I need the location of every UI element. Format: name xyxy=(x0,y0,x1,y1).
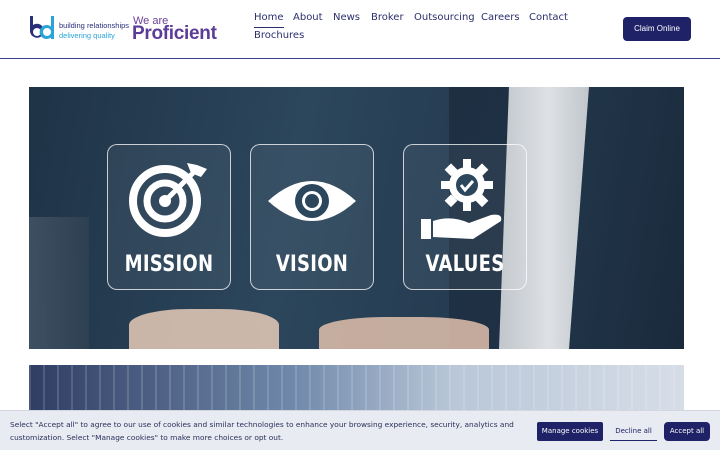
cookie-banner: Select "Accept all" to agree to our use … xyxy=(0,410,720,450)
nav-item-careers[interactable]: Careers xyxy=(481,12,520,23)
gear-hand-icon xyxy=(421,159,502,239)
accept-all-button[interactable]: Accept all xyxy=(664,422,710,441)
decline-all-button[interactable]: Decline all xyxy=(610,422,657,441)
mission-label: MISSION xyxy=(124,252,214,277)
logo-proficient: Proficient xyxy=(132,23,217,44)
hero-banner: MISSION VISION VALUES xyxy=(29,87,684,349)
nav-item-home[interactable]: Home xyxy=(254,12,284,28)
values-label: VALUES xyxy=(425,252,505,277)
site-header: building relationships delivering qualit… xyxy=(0,0,720,59)
nav-item-contact[interactable]: Contact xyxy=(529,12,568,23)
mission-card: MISSION xyxy=(107,144,231,290)
cookie-text: Select "Accept all" to agree to our use … xyxy=(10,420,514,442)
nav-item-about[interactable]: About xyxy=(293,12,323,23)
vision-card: VISION xyxy=(250,144,374,290)
nav-item-news[interactable]: News xyxy=(333,12,360,23)
nav-item-outsourcing[interactable]: Outsourcing xyxy=(414,12,475,23)
claim-online-button[interactable]: Claim Online xyxy=(623,17,691,41)
manage-cookies-button[interactable]: Manage cookies xyxy=(537,422,603,441)
vision-label: VISION xyxy=(275,252,349,277)
site-logo[interactable]: building relationships delivering qualit… xyxy=(28,14,234,44)
hand-left-shape xyxy=(129,309,279,349)
nav-item-broker[interactable]: Broker xyxy=(371,12,404,23)
values-card: VALUES xyxy=(403,144,527,290)
logo-tagline-2: delivering quality xyxy=(59,31,115,40)
logo-tagline-1: building relationships xyxy=(59,21,130,30)
hand-right-shape xyxy=(319,317,489,349)
nav-item-brochures[interactable]: Brochures xyxy=(254,30,304,41)
eye-icon xyxy=(268,181,356,221)
bd-logo-mark xyxy=(30,16,54,39)
laptop-shape xyxy=(29,217,89,349)
target-icon xyxy=(129,163,207,237)
